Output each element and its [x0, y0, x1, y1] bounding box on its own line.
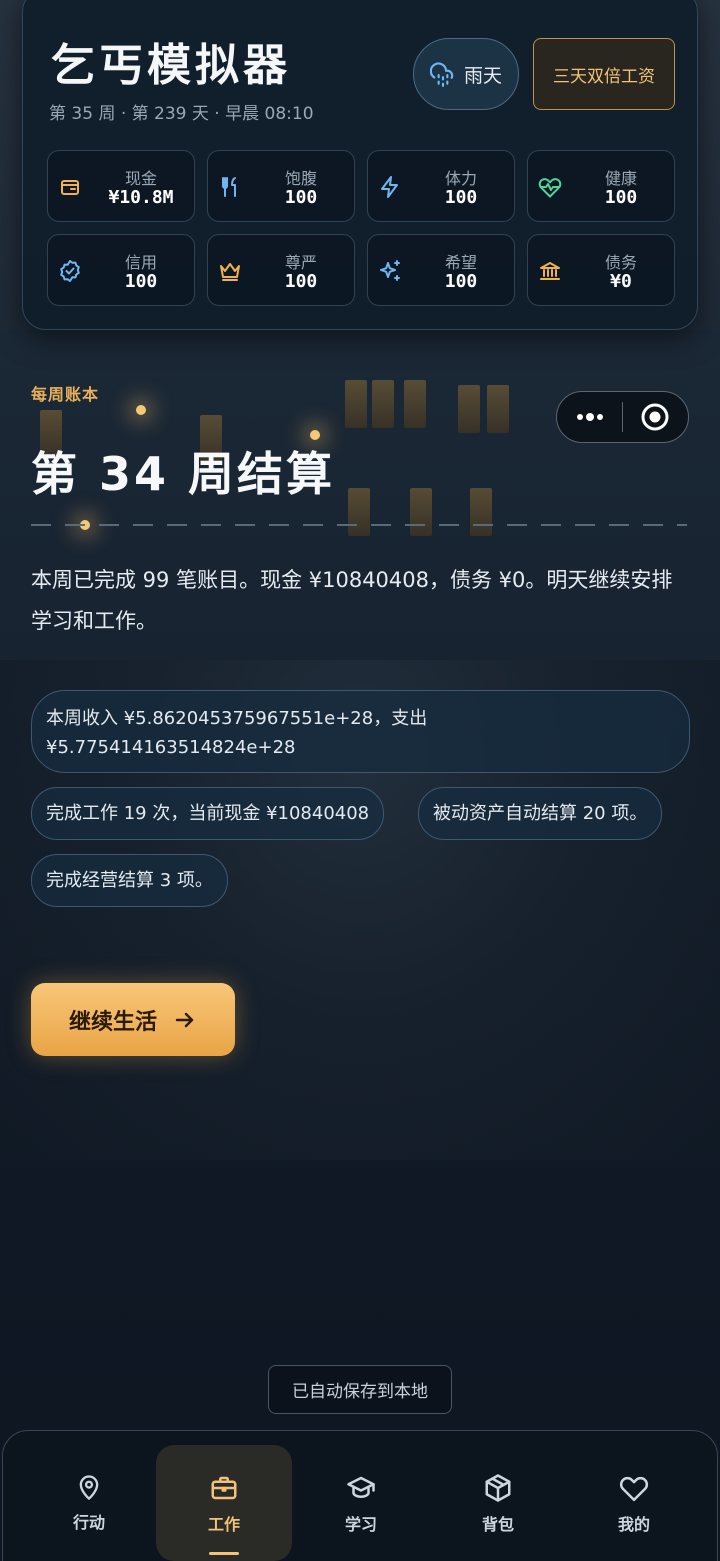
bottom-nav: 行动 工作 学习 背包 我的 — [2, 1430, 718, 1561]
stat-debt: 债务 ¥0 — [527, 234, 675, 306]
nav-label: 工作 — [207, 1515, 240, 1534]
heart-icon — [619, 1473, 649, 1503]
stat-label: 债务 — [604, 253, 637, 272]
stat-stamina: 体力 100 — [367, 150, 515, 222]
bank-icon — [538, 259, 562, 283]
stat-value: 100 — [284, 187, 318, 208]
active-indicator — [209, 1552, 239, 1555]
stat-value: ¥0 — [610, 271, 632, 292]
stat-hope: 希望 100 — [367, 234, 515, 306]
weather-label: 雨天 — [463, 64, 502, 87]
cloud-rain-icon — [429, 61, 456, 87]
box-icon — [483, 1473, 513, 1503]
nav-item-work[interactable]: 工作 — [156, 1445, 292, 1561]
passive-assets-chip: 被动资产自动结算 20 项。 — [418, 787, 663, 840]
stat-label: 希望 — [444, 253, 477, 272]
stat-label: 信用 — [124, 253, 157, 272]
stat-label: 现金 — [124, 169, 157, 188]
stat-label: 尊严 — [284, 253, 317, 272]
map-pin-icon — [75, 1473, 103, 1501]
stat-value: 100 — [444, 271, 478, 292]
stat-value: 100 — [604, 187, 638, 208]
nav-label: 行动 — [72, 1513, 105, 1532]
nav-item-bag[interactable]: 背包 — [430, 1445, 566, 1561]
continue-button[interactable]: 继续生活 — [31, 983, 235, 1056]
stat-dignity: 尊严 100 — [207, 234, 355, 306]
income-expense-chip: 本周收入 ¥5.862045375967551e+28，支出 ¥5.775414… — [31, 690, 690, 773]
weather-button[interactable]: 雨天 — [413, 38, 519, 110]
heart-pulse-icon — [538, 175, 562, 199]
stat-label: 体力 — [444, 169, 477, 188]
dashed-divider — [31, 524, 687, 526]
wallet-icon — [58, 175, 82, 199]
stat-value: 100 — [444, 187, 478, 208]
stat-health: 健康 100 — [527, 150, 675, 222]
page-title: 第 34 周结算 — [31, 447, 336, 501]
miniprogram-capsule — [556, 391, 689, 443]
stat-label: 饱腹 — [284, 169, 317, 188]
autosave-status: 已自动保存到本地 — [268, 1365, 452, 1414]
badge-check-icon — [58, 259, 82, 283]
nav-item-action[interactable]: 行动 — [21, 1445, 157, 1561]
crown-icon — [218, 259, 242, 283]
close-miniprogram-button[interactable] — [623, 392, 688, 442]
status-header-card: 乞丐模拟器 第 35 周 · 第 239 天 · 早晨 08:10 雨天 三天双… — [22, 0, 698, 330]
double-wage-badge[interactable]: 三天双倍工资 — [533, 38, 675, 110]
sparkles-icon — [378, 259, 402, 283]
work-count-chip: 完成工作 19 次，当前现金 ¥10840408 — [31, 787, 385, 840]
nav-item-me[interactable]: 我的 — [566, 1445, 702, 1561]
stat-label: 健康 — [604, 169, 637, 188]
nav-item-study[interactable]: 学习 — [293, 1445, 429, 1561]
app-title: 乞丐模拟器 — [51, 40, 291, 91]
utensils-icon — [218, 175, 242, 199]
stat-value: ¥10.8M — [108, 187, 174, 208]
business-settlement-chip: 完成经营结算 3 项。 — [31, 854, 228, 907]
briefcase-icon — [209, 1473, 239, 1503]
nav-label: 我的 — [617, 1515, 650, 1534]
continue-label: 继续生活 — [68, 1009, 157, 1035]
stat-value: 100 — [124, 271, 158, 292]
stat-cash: 现金 ¥10.8M — [47, 150, 195, 222]
more-dots-icon — [575, 412, 605, 422]
target-icon — [640, 402, 670, 432]
stat-credit: 信用 100 — [47, 234, 195, 306]
stats-grid: 现金 ¥10.8M 饱腹 100 体力 100 健康 100 信用 100 尊严… — [47, 150, 675, 306]
section-tag: 每周账本 — [31, 385, 100, 404]
stat-value: 100 — [284, 271, 318, 292]
time-subtitle: 第 35 周 · 第 239 天 · 早晨 08:10 — [49, 104, 314, 124]
stat-satiety: 饱腹 100 — [207, 150, 355, 222]
graduation-cap-icon — [346, 1473, 376, 1503]
nav-label: 背包 — [481, 1515, 514, 1534]
more-button[interactable] — [557, 392, 622, 442]
arrow-right-icon — [173, 1008, 197, 1032]
week-summary: 本周已完成 99 笔账目。现金 ¥10840408，债务 ¥0。明天继续安排学习… — [31, 568, 673, 633]
lightning-icon — [378, 175, 402, 199]
nav-label: 学习 — [344, 1515, 377, 1534]
